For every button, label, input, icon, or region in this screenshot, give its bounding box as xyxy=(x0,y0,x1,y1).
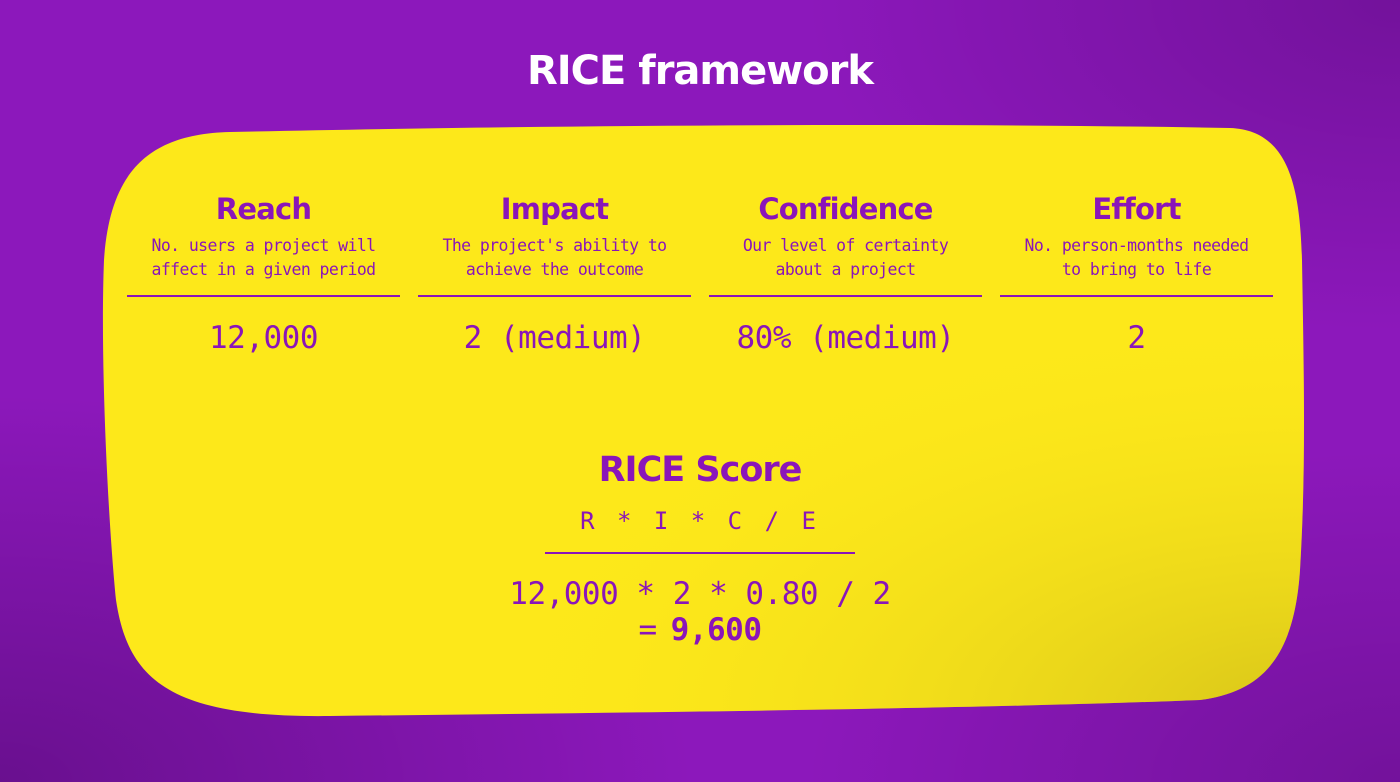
divider xyxy=(127,295,400,297)
metric-value: 12,000 xyxy=(209,320,318,356)
metric-effort: Effort No. person-months needed to bring… xyxy=(1000,190,1273,358)
page-title: RICE framework xyxy=(527,48,874,94)
score-formula: R * I * C / E xyxy=(580,507,820,535)
metric-description: Our level of certainty about a project xyxy=(742,236,949,279)
divider xyxy=(418,295,691,297)
metric-value: 2 (medium) xyxy=(463,320,646,356)
metric-impact: Impact The project's ability to achieve … xyxy=(418,190,691,358)
metrics-row: Reach No. users a project will affect in… xyxy=(127,190,1273,358)
metric-name: Confidence xyxy=(758,192,933,226)
equals-sign: = xyxy=(638,612,658,648)
score-value: 9,600 xyxy=(670,612,762,648)
metric-name: Reach xyxy=(215,192,312,226)
metric-description: No. users a project will affect in a giv… xyxy=(151,236,376,279)
metric-value: 2 xyxy=(1127,320,1146,356)
metric-description: No. person-months needed to bring to lif… xyxy=(1024,236,1249,279)
metric-name: Effort xyxy=(1092,192,1181,226)
metric-value: 80% (medium) xyxy=(736,320,955,356)
metric-name: Impact xyxy=(500,192,609,226)
metric-confidence: Confidence Our level of certainty about … xyxy=(709,190,982,358)
rice-score-section: RICE Score R * I * C / E 12,000 * 2 * 0.… xyxy=(0,448,1400,648)
score-calculation: 12,000 * 2 * 0.80 / 2 xyxy=(509,576,891,612)
divider xyxy=(1000,295,1273,297)
metric-reach: Reach No. users a project will affect in… xyxy=(127,190,400,358)
metric-description: The project's ability to achieve the out… xyxy=(442,236,667,279)
score-title: RICE Score xyxy=(598,450,803,490)
divider xyxy=(545,552,855,554)
card-background xyxy=(102,125,1305,717)
divider xyxy=(709,295,982,297)
score-result: = 9,600 xyxy=(639,612,762,648)
